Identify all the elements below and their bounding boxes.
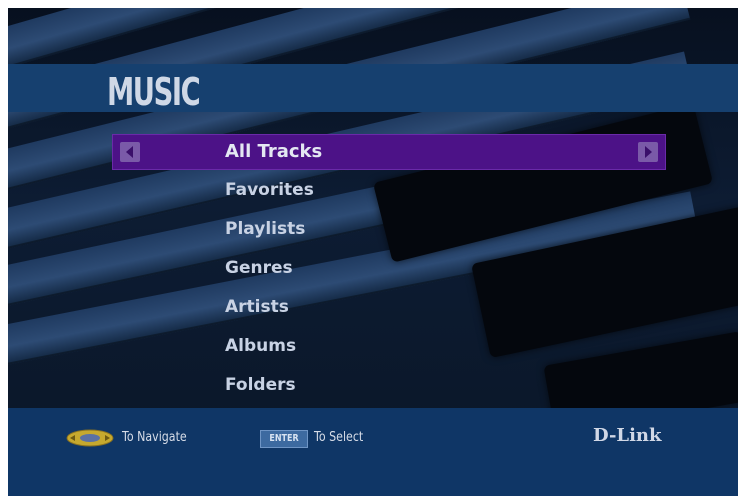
navigate-hint: To Navigate (122, 430, 187, 445)
menu-item-folders[interactable]: Folders (225, 369, 296, 401)
selected-menu-label: All Tracks (225, 141, 323, 162)
menu-item-all-tracks[interactable]: All Tracks (112, 134, 666, 170)
menu-item-genres[interactable]: Genres (225, 252, 293, 284)
enter-key-label: ENTER (269, 433, 299, 444)
left-arrow-icon[interactable] (120, 142, 140, 162)
brand-logo: D-Link (593, 425, 662, 446)
menu-item-artists[interactable]: Artists (225, 291, 289, 323)
menu-item-favorites[interactable]: Favorites (225, 174, 314, 206)
menu-item-playlists[interactable]: Playlists (225, 213, 305, 245)
enter-key-icon: ENTER (260, 430, 308, 448)
navigation-pad-icon (66, 429, 114, 447)
tv-screen: MUSIC All Tracks Favorites Playlists Gen… (8, 8, 738, 496)
select-hint: To Select (314, 430, 364, 445)
page-title: MUSIC (107, 70, 201, 114)
right-arrow-icon[interactable] (638, 142, 658, 162)
footer-bar: To Navigate ENTER To Select D-Link (8, 408, 738, 496)
menu-item-albums[interactable]: Albums (225, 330, 296, 362)
